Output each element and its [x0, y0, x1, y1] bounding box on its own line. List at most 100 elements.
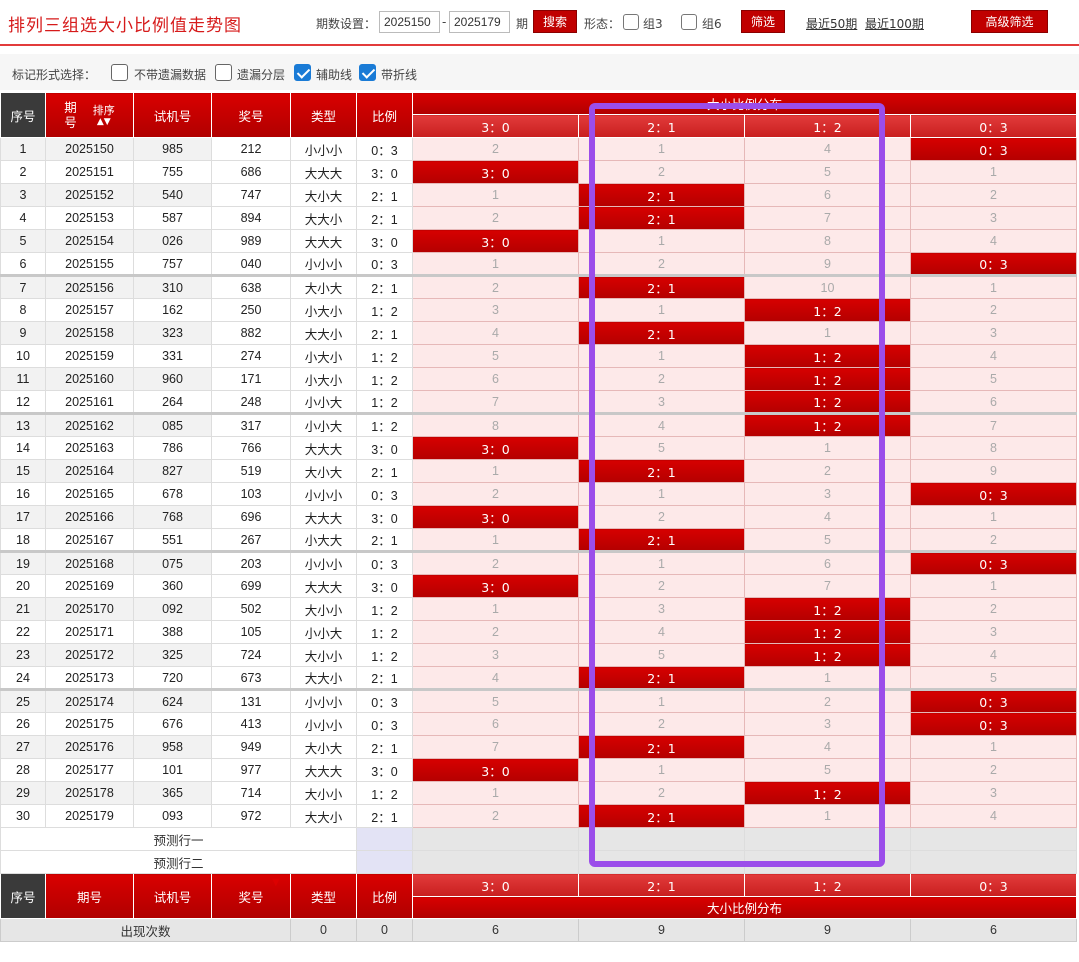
dist-hit-cell: 1：2 — [744, 620, 911, 644]
period-setting-label: 期数设置： — [316, 17, 377, 31]
header-ratio: 比例 — [356, 92, 413, 138]
cell-ratio: 2：1 — [356, 804, 413, 828]
cell-ratio: 0：3 — [356, 252, 413, 276]
cell-prize: 250 — [211, 298, 291, 322]
cell-trial: 786 — [133, 436, 212, 460]
cell-type: 大大小 — [290, 206, 357, 230]
dist-miss-cell: 2 — [578, 160, 745, 184]
dist-hit-cell: 1：2 — [744, 781, 911, 805]
table-row: 13 2025162 085 317 小小大 1：2 8 4 1：2 7 — [0, 412, 1078, 437]
cell-prize: 267 — [211, 528, 291, 552]
period-end-input[interactable] — [449, 11, 510, 33]
cell-seq: 6 — [0, 252, 46, 276]
dist-hit-cell: 3：0 — [412, 758, 579, 782]
cell-ratio: 2：1 — [356, 321, 413, 345]
cell-trial: 360 — [133, 574, 212, 598]
cell-period: 2025175 — [45, 712, 134, 736]
header-prize: 奖号 — [211, 92, 291, 138]
aux-line-checkbox[interactable] — [294, 64, 311, 81]
miss-layer-checkbox[interactable] — [215, 64, 232, 81]
cell-prize: 040 — [211, 252, 291, 276]
cell-period: 2025160 — [45, 367, 134, 391]
predict-row-1-cell[interactable] — [909, 827, 1078, 851]
group6-checkbox[interactable] — [681, 14, 697, 30]
period-dash: - — [442, 15, 447, 29]
cell-trial: 676 — [133, 712, 212, 736]
cell-prize: 317 — [211, 412, 291, 437]
cell-type: 小小大 — [290, 412, 357, 437]
cell-prize: 989 — [211, 229, 291, 253]
cell-trial: 985 — [133, 137, 212, 161]
cell-prize: 519 — [211, 459, 291, 483]
cell-ratio: 0：3 — [356, 550, 413, 575]
table-row: 23 2025172 325 724 大小小 1：2 3 5 1：2 4 — [0, 643, 1078, 667]
dist-col-30: 3：0 — [412, 114, 579, 138]
predict-row-2-ratio[interactable] — [356, 850, 413, 874]
table-row: 4 2025153 587 894 大大小 2：1 2 2：1 7 3 — [0, 206, 1078, 230]
cell-seq: 30 — [0, 804, 46, 828]
cell-ratio: 2：1 — [356, 666, 413, 690]
dist-hit-cell: 3：0 — [412, 574, 579, 598]
cell-trial: 162 — [133, 298, 212, 322]
footer-dist: 大小比例分布 — [411, 896, 1078, 919]
cell-ratio: 2：1 — [356, 183, 413, 207]
cell-seq: 28 — [0, 758, 46, 782]
predict-row-2-cell[interactable] — [412, 850, 579, 874]
predict-row-1-cell[interactable] — [744, 827, 911, 851]
dist-miss-cell: 2 — [412, 550, 579, 575]
recent-50-link[interactable]: 最近50期 — [806, 15, 857, 32]
dist-miss-cell: 4 — [909, 229, 1078, 253]
dist-miss-cell: 3 — [909, 206, 1078, 230]
predict-row-2-cell[interactable] — [744, 850, 911, 874]
dist-miss-cell: 7 — [909, 412, 1078, 437]
cell-trial: 026 — [133, 229, 212, 253]
predict-row-1-cell[interactable] — [412, 827, 579, 851]
sort-label: 排序 — [92, 103, 115, 117]
dist-miss-cell: 6 — [744, 550, 911, 575]
cell-type: 大小大 — [290, 274, 357, 299]
predict-row-1-cell[interactable] — [578, 827, 745, 851]
table-row: 17 2025166 768 696 大大大 3：0 3：0 2 4 1 — [0, 505, 1078, 529]
cell-seq: 14 — [0, 436, 46, 460]
filter-button[interactable]: 筛选 — [741, 10, 785, 33]
cell-seq: 9 — [0, 321, 46, 345]
dist-miss-cell: 4 — [744, 505, 911, 529]
table-row: 3 2025152 540 747 大小大 2：1 1 2：1 6 2 — [0, 183, 1078, 207]
cell-period: 2025152 — [45, 183, 134, 207]
dist-miss-cell: 2 — [412, 482, 579, 506]
cell-type: 大大大 — [290, 574, 357, 598]
period-start-input[interactable] — [379, 11, 440, 33]
predict-row-2-cell[interactable] — [909, 850, 1078, 874]
recent-100-link[interactable]: 最近100期 — [865, 15, 924, 32]
cell-trial: 757 — [133, 252, 212, 276]
cell-type: 小小大 — [290, 620, 357, 644]
polyline-checkbox[interactable] — [359, 64, 376, 81]
table-row: 25 2025174 624 131 小小小 0：3 5 1 2 0：3 — [0, 688, 1078, 713]
predict-row-1-ratio[interactable] — [356, 827, 413, 851]
dist-miss-cell: 2 — [412, 137, 579, 161]
cell-trial: 365 — [133, 781, 212, 805]
search-button[interactable]: 搜索 — [533, 10, 577, 33]
dist-hit-cell: 2：1 — [578, 528, 745, 552]
dist-hit-cell: 1：2 — [744, 643, 911, 667]
dist-miss-cell: 1 — [744, 321, 911, 345]
advanced-filter-button[interactable]: 高级筛选 — [971, 10, 1048, 33]
predict-row-2-cell[interactable] — [578, 850, 745, 874]
cell-trial: 624 — [133, 688, 212, 713]
dist-miss-cell: 2 — [744, 459, 911, 483]
sort-control[interactable]: 排序 ▲▼ — [93, 104, 115, 127]
arrow-down-icon: ▼ — [272, 877, 280, 888]
footer-period: 期号 — [45, 873, 134, 919]
table-row: 24 2025173 720 673 大大小 2：1 4 2：1 1 5 — [0, 666, 1078, 690]
dist-hit-cell: 2：1 — [578, 274, 745, 299]
cell-ratio: 0：3 — [356, 688, 413, 713]
no-miss-data-checkbox[interactable] — [111, 64, 128, 81]
dist-miss-cell: 2 — [412, 274, 579, 299]
cell-seq: 3 — [0, 183, 46, 207]
cell-ratio: 2：1 — [356, 274, 413, 299]
dist-miss-cell: 3 — [909, 321, 1078, 345]
dist-hit-cell: 2：1 — [578, 183, 745, 207]
table-row: 9 2025158 323 882 大大小 2：1 4 2：1 1 3 — [0, 321, 1078, 345]
footer-dist-col-12: 1：2 — [744, 873, 911, 897]
group3-checkbox[interactable] — [623, 14, 639, 30]
